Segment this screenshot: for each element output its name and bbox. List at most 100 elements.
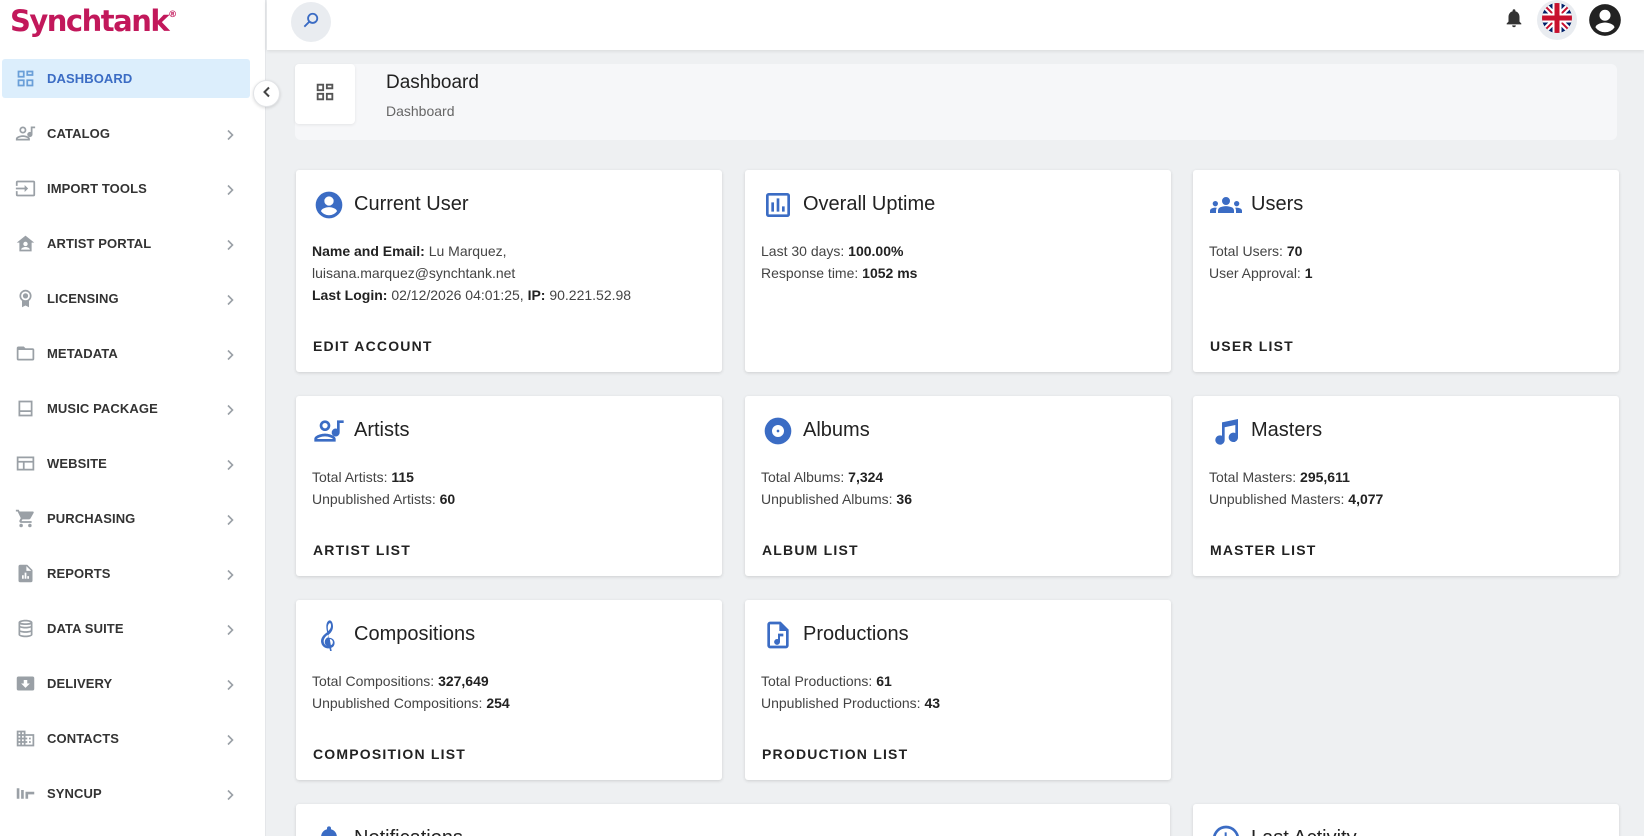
artist-portal-icon [14, 233, 36, 255]
sidebar-item-music-package[interactable]: MUSIC PACKAGE [2, 389, 250, 428]
sidebar-item-delivery[interactable]: DELIVERY [2, 664, 250, 703]
total-artists-value: 115 [391, 469, 414, 485]
total-productions-label: Total Productions: [761, 673, 873, 689]
treble-clef-icon [312, 618, 345, 651]
chevron-right-icon [224, 733, 236, 745]
user-name: Lu Marquez, [428, 243, 507, 259]
uptime-card: Overall Uptime Last 30 days: 100.00% Res… [745, 170, 1171, 372]
account-circle-icon [312, 188, 345, 221]
notifications-card: Notifications [296, 804, 1170, 836]
notifications-button[interactable] [1501, 7, 1527, 33]
language-selector[interactable] [1537, 0, 1577, 40]
card-title: Notifications [354, 827, 463, 836]
search-icon [301, 10, 321, 35]
sidebar-item-reports[interactable]: REPORTS [2, 554, 250, 593]
sidebar-item-contacts[interactable]: CONTACTS [2, 719, 250, 758]
unpublished-productions-value: 43 [924, 695, 941, 711]
chevron-right-icon [224, 788, 236, 800]
card-body: Total Masters: 295,611 Unpublished Maste… [1209, 466, 1383, 510]
sidebar-item-label: PURCHASING [47, 511, 136, 526]
master-list-button[interactable]: MASTER LIST [1210, 542, 1317, 558]
card-body: Total Users: 70 User Approval: 1 [1209, 240, 1313, 284]
user-approval-label: User Approval: [1209, 265, 1301, 281]
sidebar-item-label: IMPORT TOOLS [47, 181, 147, 196]
search-button[interactable] [291, 2, 331, 42]
last-login-value: 02/12/2026 04:01:25, [391, 287, 524, 303]
productions-card: Productions Total Productions: 61 Unpubl… [745, 600, 1171, 780]
chevron-right-icon [224, 623, 236, 635]
albums-card: Albums Total Albums: 7,324 Unpublished A… [745, 396, 1171, 576]
sidebar-item-import-tools[interactable]: IMPORT TOOLS [2, 169, 250, 208]
composition-list-button[interactable]: COMPOSITION LIST [313, 746, 466, 762]
chevron-right-icon [224, 348, 236, 360]
sidebar-item-label: CONTACTS [47, 731, 120, 746]
card-title: Users [1251, 193, 1304, 215]
last-login-label: Last Login: [312, 287, 388, 303]
unpublished-artists-value: 60 [439, 491, 456, 507]
account-button[interactable] [1586, 1, 1624, 39]
production-list-button[interactable]: PRODUCTION LIST [762, 746, 908, 762]
sidebar-item-label: CATALOG [47, 126, 111, 141]
sidebar-item-label: DASHBOARD [47, 71, 133, 86]
database-icon [14, 618, 36, 640]
sidebar-item-dashboard[interactable]: DASHBOARD [2, 59, 250, 98]
unpublished-masters-label: Unpublished Masters: [1209, 491, 1345, 507]
group-icon [1209, 188, 1242, 221]
sidebar-item-metadata[interactable]: METADATA [2, 334, 250, 373]
unpublished-artists-label: Unpublished Artists: [312, 491, 436, 507]
album-icon [761, 414, 794, 447]
licensing-icon [14, 288, 36, 310]
total-albums-value: 7,324 [848, 469, 884, 485]
sidebar-item-website[interactable]: WEBSITE [2, 444, 250, 483]
album-list-button[interactable]: ALBUM LIST [762, 542, 859, 558]
total-masters-label: Total Masters: [1209, 469, 1297, 485]
card-body: Total Artists: 115 Unpublished Artists: … [312, 466, 455, 510]
card-body: Last 30 days: 100.00% Response time: 105… [761, 240, 917, 284]
uptime-label: Last 30 days: [761, 243, 845, 259]
breadcrumb[interactable]: Dashboard [386, 103, 455, 119]
user-list-button[interactable]: USER LIST [1210, 338, 1294, 354]
sidebar-item-purchasing[interactable]: PURCHASING [2, 499, 250, 538]
clock-icon [1209, 822, 1242, 836]
audio-file-icon [761, 618, 794, 651]
bar-chart-icon [761, 188, 794, 221]
chevron-right-icon [224, 238, 236, 250]
artists-card: Artists Total Artists: 115 Unpublished A… [296, 396, 722, 576]
dashboard-icon [314, 81, 336, 108]
chevron-right-icon [224, 678, 236, 690]
page-header-icon-box [295, 64, 355, 124]
sidebar-item-catalog[interactable]: CATALOG [2, 114, 250, 153]
sidebar-item-label: MUSIC PACKAGE [47, 401, 158, 416]
total-users-label: Total Users: [1209, 243, 1283, 259]
music-package-icon [14, 398, 36, 420]
unpublished-compositions-label: Unpublished Compositions: [312, 695, 483, 711]
collapse-sidebar-button[interactable] [253, 80, 280, 107]
artist-list-button[interactable]: ARTIST LIST [313, 542, 411, 558]
music-note-icon [1209, 414, 1242, 447]
catalog-icon [14, 123, 36, 145]
compositions-card: Compositions Total Compositions: 327,649… [296, 600, 722, 780]
last-activity-card: Last Activity [1193, 804, 1619, 836]
sidebar: Synchtank® DASHBOARD CATALOG IMPORT TOOL… [0, 0, 266, 836]
edit-account-button[interactable]: EDIT ACCOUNT [313, 338, 433, 354]
card-body: Name and Email: Lu Marquez, luisana.marq… [312, 240, 631, 306]
chevron-right-icon [224, 513, 236, 525]
sidebar-item-label: SYNCUP [47, 786, 102, 801]
sidebar-item-artist-portal[interactable]: ARTIST PORTAL [2, 224, 250, 263]
user-email: luisana.marquez@synchtank.net [312, 265, 516, 281]
logo-text: Synchtank [10, 4, 170, 38]
total-masters-value: 295,611 [1300, 469, 1350, 485]
sidebar-item-syncup[interactable]: SYNCUP [2, 774, 250, 813]
chevron-right-icon [224, 293, 236, 305]
chevron-right-icon [224, 458, 236, 470]
users-card: Users Total Users: 70 User Approval: 1 U… [1193, 170, 1619, 372]
top-bar [267, 0, 1644, 50]
synchtank-logo[interactable]: Synchtank® [10, 4, 177, 38]
unpublished-masters-value: 4,077 [1348, 491, 1384, 507]
sidebar-item-licensing[interactable]: LICENSING [2, 279, 250, 318]
chevron-right-icon [224, 403, 236, 415]
card-title: Masters [1251, 419, 1323, 441]
page-header: Dashboard Dashboard [295, 64, 1617, 140]
unpublished-productions-label: Unpublished Productions: [761, 695, 921, 711]
sidebar-item-data-suite[interactable]: DATA SUITE [2, 609, 250, 648]
